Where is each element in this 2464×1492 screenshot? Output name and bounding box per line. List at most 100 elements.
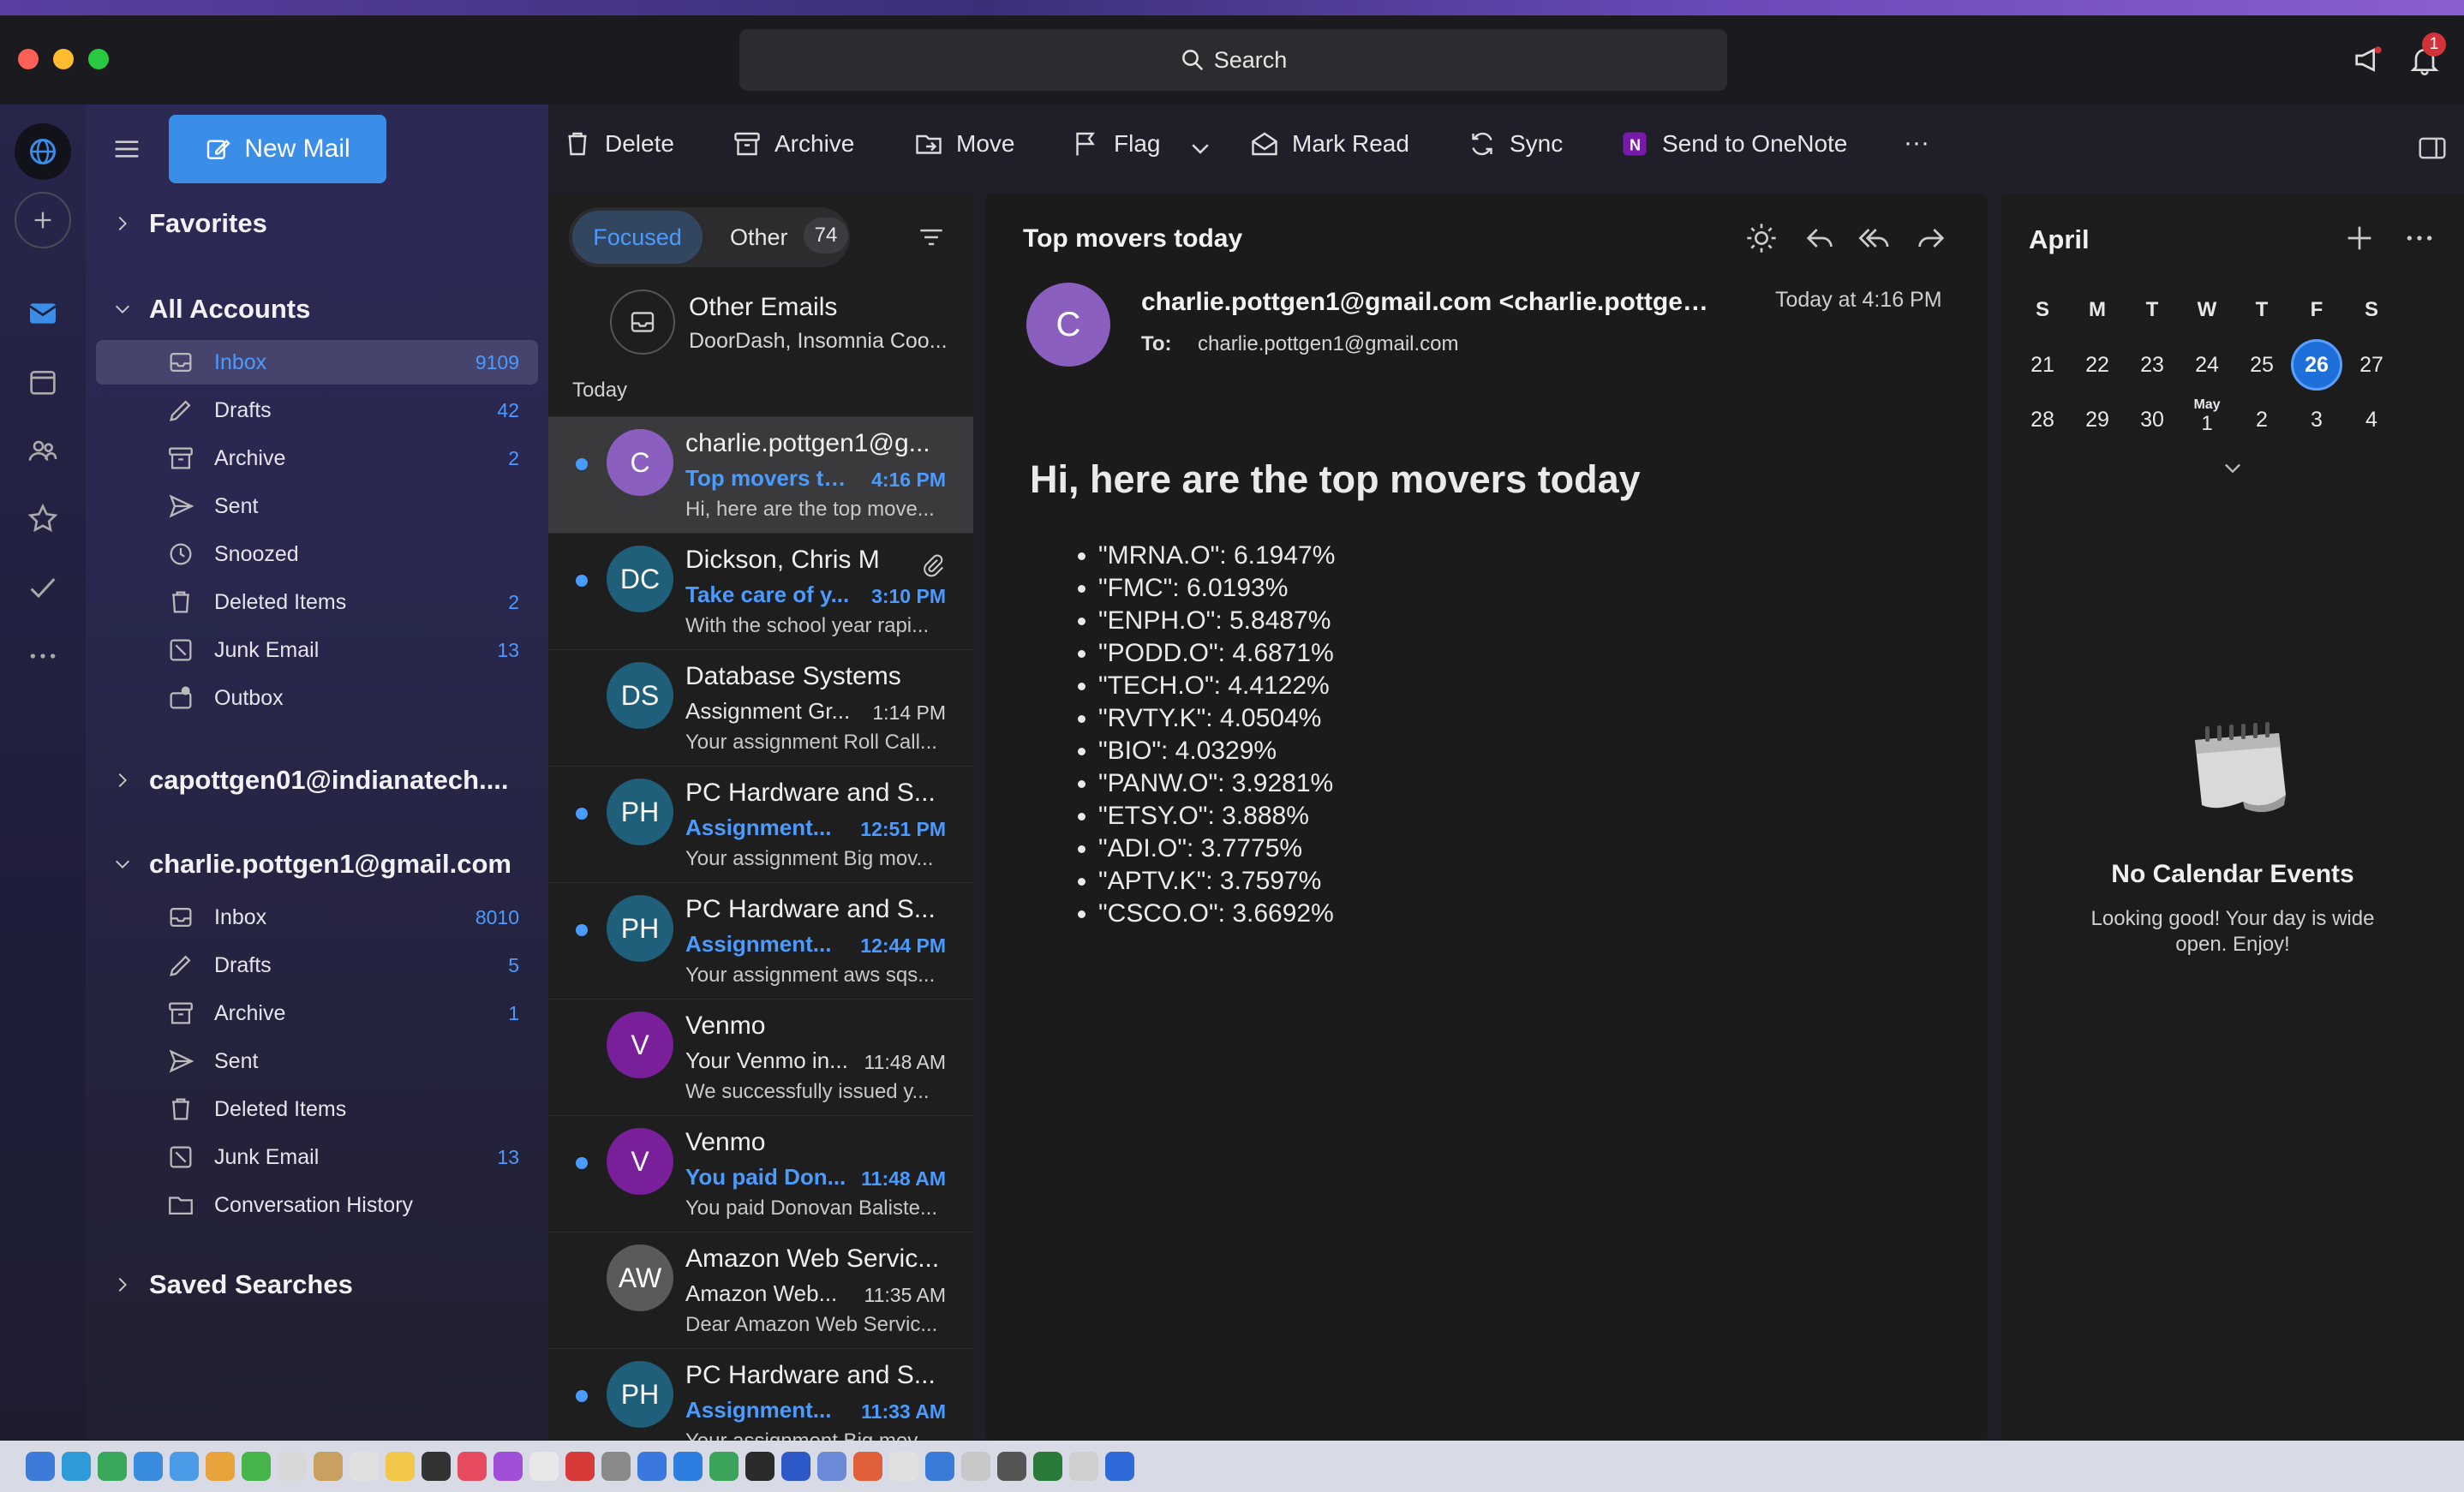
message-row[interactable]: PH PC Hardware and S... Assignment... 12:44… xyxy=(548,882,973,999)
sync-button[interactable]: Sync xyxy=(1467,128,1563,159)
saved-searches-section[interactable]: Saved Searches xyxy=(113,1269,353,1300)
close-window-button[interactable] xyxy=(18,49,39,69)
calendar-day[interactable]: 3 xyxy=(2291,394,2342,445)
archive-button[interactable]: Archive xyxy=(732,128,854,159)
dock-app-icon[interactable] xyxy=(1105,1452,1134,1481)
dock-app-icon[interactable] xyxy=(673,1452,703,1481)
reply-all-icon[interactable] xyxy=(1857,221,1892,255)
maximize-window-button[interactable] xyxy=(88,49,109,69)
sender-avatar[interactable]: C xyxy=(1026,283,1110,367)
message-row[interactable]: V Venmo You paid Don... 11:48 AM You paid Do… xyxy=(548,1115,973,1232)
dock-app-icon[interactable] xyxy=(961,1452,990,1481)
dock-app-icon[interactable] xyxy=(781,1452,810,1481)
all-folder-sent[interactable]: Sent xyxy=(96,484,538,528)
add-account-button[interactable] xyxy=(15,192,71,248)
all-folder-snoozed[interactable]: Snoozed xyxy=(96,532,538,576)
dock-app-icon[interactable] xyxy=(817,1452,846,1481)
toggle-pane-icon[interactable] xyxy=(2416,132,2449,164)
charlie-folder-junk-email[interactable]: Junk Email 13 xyxy=(96,1135,538,1179)
dock-app-icon[interactable] xyxy=(889,1452,918,1481)
charlie-folder-archive[interactable]: Archive 1 xyxy=(96,991,538,1035)
calendar-day[interactable]: 2 xyxy=(2236,394,2288,445)
all-folder-junk-email[interactable]: Junk Email 13 xyxy=(96,628,538,672)
calendar-day[interactable]: 4 xyxy=(2346,394,2397,445)
flag-button[interactable]: Flag xyxy=(1071,128,1160,159)
move-button[interactable]: Move xyxy=(913,128,1014,159)
dock-app-icon[interactable] xyxy=(1069,1452,1098,1481)
account-capottgen01-section[interactable]: capottgen01@indianatech.... xyxy=(113,765,509,796)
mark-read-button[interactable]: Mark Read xyxy=(1249,128,1409,159)
dock-app-icon[interactable] xyxy=(458,1452,487,1481)
dock-app-icon[interactable] xyxy=(853,1452,882,1481)
dock-app-icon[interactable] xyxy=(745,1452,774,1481)
dock-app-icon[interactable] xyxy=(709,1452,739,1481)
charlie-folder-conversation-history[interactable]: Conversation History xyxy=(96,1183,538,1227)
calendar-day[interactable]: 22 xyxy=(2072,339,2123,391)
sender-address[interactable]: charlie.pottgen1@gmail.com <charlie.pott… xyxy=(1141,288,1724,317)
dock-app-icon[interactable] xyxy=(565,1452,595,1481)
all-accounts-section[interactable]: All Accounts xyxy=(113,294,310,325)
all-folder-inbox[interactable]: Inbox 9109 xyxy=(96,340,538,385)
add-event-icon[interactable] xyxy=(2342,221,2377,255)
dock-app-icon[interactable] xyxy=(637,1452,667,1481)
calendar-day[interactable]: 25 xyxy=(2236,339,2288,391)
flag-dropdown-chevron-icon[interactable] xyxy=(1187,135,1213,161)
dock-app-icon[interactable] xyxy=(601,1452,631,1481)
dock-app-icon[interactable] xyxy=(529,1452,559,1481)
message-row[interactable]: DS Database Systems Assignment Gr... 1:14 P… xyxy=(548,649,973,766)
calendar-day[interactable]: 30 xyxy=(2126,394,2178,445)
brightness-icon[interactable] xyxy=(1744,221,1779,255)
dock-app-icon[interactable] xyxy=(26,1452,55,1481)
delete-button[interactable]: Delete xyxy=(562,128,674,159)
dock-app-icon[interactable] xyxy=(422,1452,451,1481)
calendar-day[interactable]: 27 xyxy=(2346,339,2397,391)
calendar-day[interactable]: 28 xyxy=(2017,394,2068,445)
megaphone-icon[interactable] xyxy=(2351,43,2385,77)
calendar-day[interactable]: 23 xyxy=(2126,339,2178,391)
dock-app-icon[interactable] xyxy=(170,1452,199,1481)
dock-app-icon[interactable] xyxy=(314,1452,343,1481)
tab-other[interactable]: Other xyxy=(730,224,788,251)
dock-app-icon[interactable] xyxy=(493,1452,523,1481)
dock-app-icon[interactable] xyxy=(98,1452,127,1481)
mail-icon[interactable] xyxy=(26,296,60,331)
account-switcher[interactable] xyxy=(15,123,71,180)
reply-icon[interactable] xyxy=(1803,221,1837,255)
filter-icon[interactable] xyxy=(915,221,948,254)
calendar-day-today[interactable]: 26 xyxy=(2291,339,2342,391)
search-bar[interactable]: Search xyxy=(739,29,1727,91)
star-icon[interactable] xyxy=(26,502,60,536)
message-row[interactable]: Ccharlie.pottgen1@g... Top movers to... 4:… xyxy=(548,416,973,533)
all-folder-deleted-items[interactable]: Deleted Items 2 xyxy=(96,580,538,624)
dock-app-icon[interactable] xyxy=(206,1452,235,1481)
calendar-expand-chevron-icon[interactable] xyxy=(2221,456,2245,480)
calendar-day[interactable]: 21 xyxy=(2017,339,2068,391)
dock-app-icon[interactable] xyxy=(278,1452,307,1481)
dock-app-icon[interactable] xyxy=(134,1452,163,1481)
dock-app-icon[interactable] xyxy=(386,1452,415,1481)
message-row[interactable]: V Venmo Your Venmo in... 11:48 AM We success… xyxy=(548,999,973,1115)
forward-icon[interactable] xyxy=(1914,221,1948,255)
recipient-address[interactable]: charlie.pottgen1@gmail.com xyxy=(1198,332,1459,356)
charlie-folder-sent[interactable]: Sent xyxy=(96,1039,538,1083)
all-folder-outbox[interactable]: Outbox xyxy=(96,676,538,720)
calendar-more-icon[interactable] xyxy=(2402,221,2437,255)
dock-app-icon[interactable] xyxy=(997,1452,1026,1481)
dock-app-icon[interactable] xyxy=(350,1452,379,1481)
calendar-day[interactable]: 24 xyxy=(2181,339,2233,391)
all-folder-archive[interactable]: Archive 2 xyxy=(96,436,538,480)
all-folder-drafts[interactable]: Drafts 42 xyxy=(96,388,538,433)
todo-icon[interactable] xyxy=(26,570,60,605)
favorites-section[interactable]: Favorites xyxy=(113,208,267,239)
send-to-onenote-button[interactable]: N Send to OneNote xyxy=(1619,128,1847,159)
dock-app-icon[interactable] xyxy=(62,1452,91,1481)
calendar-day[interactable]: 29 xyxy=(2072,394,2123,445)
new-mail-button[interactable]: New Mail xyxy=(169,115,386,183)
hamburger-menu-icon[interactable] xyxy=(110,132,144,166)
dock-app-icon[interactable] xyxy=(925,1452,954,1481)
message-row[interactable]: DC Dickson, Chris M Take care of y... 3:10 … xyxy=(548,533,973,649)
charlie-folder-deleted-items[interactable]: Deleted Items xyxy=(96,1087,538,1131)
more-actions-button[interactable]: ··· xyxy=(1904,128,1929,158)
more-apps-icon[interactable] xyxy=(26,639,60,673)
calendar-icon[interactable] xyxy=(26,365,60,399)
